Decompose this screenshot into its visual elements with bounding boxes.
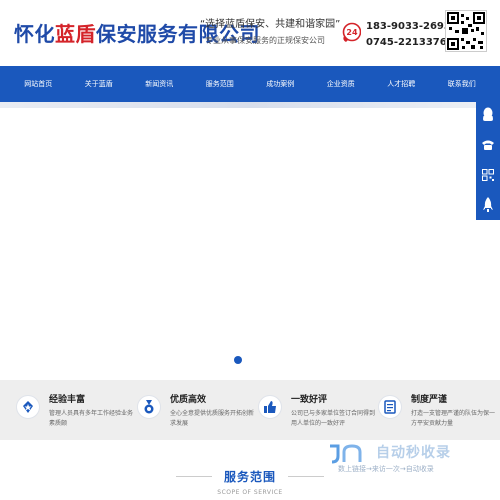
section-title: 服务范围 bbox=[223, 470, 276, 484]
nav-item-contact[interactable]: 联系我们 bbox=[448, 66, 476, 102]
watermark-text: 自动秒收录 bbox=[376, 445, 451, 461]
contact-phones: 183-9033-2693 0745-2213376 bbox=[366, 19, 451, 51]
feature-title: 经验丰富 bbox=[49, 395, 86, 405]
feature-title: 一致好评 bbox=[291, 395, 328, 405]
services-heading: 服务范围 SCOPE OF SERVICE bbox=[0, 468, 500, 496]
feature-desc: 全心全意提供优质服务开拓创新求发展 bbox=[170, 410, 255, 427]
slogan-sub: 专业从事保安服务的正规保安公司 bbox=[205, 36, 325, 45]
phone-24h-label: 24 bbox=[346, 28, 358, 37]
document-icon bbox=[378, 395, 402, 419]
feature-desc: 打造一支管理严谨的队伍为保一方平安贡献力量 bbox=[411, 410, 496, 427]
floating-contact-bar bbox=[476, 100, 500, 220]
feature-title: 优质高效 bbox=[170, 395, 207, 405]
phone-number-1[interactable]: 183-9033-2693 bbox=[366, 19, 451, 35]
thumbs-up-icon bbox=[258, 395, 282, 419]
banner-top-strip bbox=[0, 102, 500, 108]
nav-item-jobs[interactable]: 人才招聘 bbox=[387, 66, 415, 102]
feature-desc: 公司已与多家单位签订合同得到用人单位的一致好评 bbox=[291, 410, 376, 427]
phone-24h-icon: 24 bbox=[341, 22, 362, 44]
medal-icon bbox=[137, 395, 161, 419]
slider-dot[interactable] bbox=[234, 356, 242, 364]
nav-item-cases[interactable]: 成功案例 bbox=[266, 66, 294, 102]
nav-item-home[interactable]: 网站首页 bbox=[24, 66, 52, 102]
banner-slider[interactable] bbox=[0, 102, 500, 380]
qq-icon[interactable] bbox=[476, 100, 500, 130]
feature-quality: 优质高效 全心全意提供优质服务开拓创新求发展 bbox=[137, 392, 255, 432]
phone-number-2[interactable]: 0745-2213376 bbox=[366, 35, 451, 51]
feature-desc: 管理人员具有多年工作经验业务素质颇 bbox=[49, 410, 134, 427]
nav-item-about[interactable]: 关于蓝盾 bbox=[85, 66, 113, 102]
nav-item-qualifications[interactable]: 企业资质 bbox=[327, 66, 355, 102]
site-header: 怀化蓝盾保安服务有限公司 “选择蓝盾保安、共建和谐家园” 专业从事保安服务的正规… bbox=[0, 0, 500, 66]
feature-rules: 制度严谨 打造一支管理严谨的队伍为保一方平安贡献力量 bbox=[378, 392, 496, 432]
lightbulb-icon bbox=[16, 395, 40, 419]
feature-praise: 一致好评 公司已与多家单位签订合同得到用人单位的一致好评 bbox=[258, 392, 376, 432]
back-to-top-rocket-icon[interactable] bbox=[476, 190, 500, 220]
nav-item-news[interactable]: 新闻资讯 bbox=[145, 66, 173, 102]
feature-experience: 经验丰富 管理人员具有多年工作经验业务素质颇 bbox=[16, 392, 134, 432]
features-strip: 经验丰富 管理人员具有多年工作经验业务素质颇 优质高效 全心全意提供优质服务开拓… bbox=[0, 380, 500, 440]
main-nav: 网站首页 关于蓝盾 新闻资讯 服务范围 成功案例 企业资质 人才招聘 联系我们 bbox=[0, 66, 500, 102]
logo-prefix: 怀化 bbox=[14, 22, 55, 46]
qr-code-float-icon[interactable] bbox=[476, 160, 500, 190]
qr-code-icon bbox=[445, 10, 487, 52]
logo-highlight: 蓝盾 bbox=[55, 22, 96, 46]
feature-title: 制度严谨 bbox=[411, 395, 448, 405]
slogan: “选择蓝盾保安、共建和谐家园” 专业从事保安服务的正规保安公司 bbox=[200, 15, 341, 46]
telephone-icon[interactable] bbox=[476, 130, 500, 160]
section-subtitle: SCOPE OF SERVICE bbox=[217, 489, 283, 496]
nav-item-services[interactable]: 服务范围 bbox=[206, 66, 234, 102]
slogan-main: “选择蓝盾保安、共建和谐家园” bbox=[200, 19, 341, 30]
